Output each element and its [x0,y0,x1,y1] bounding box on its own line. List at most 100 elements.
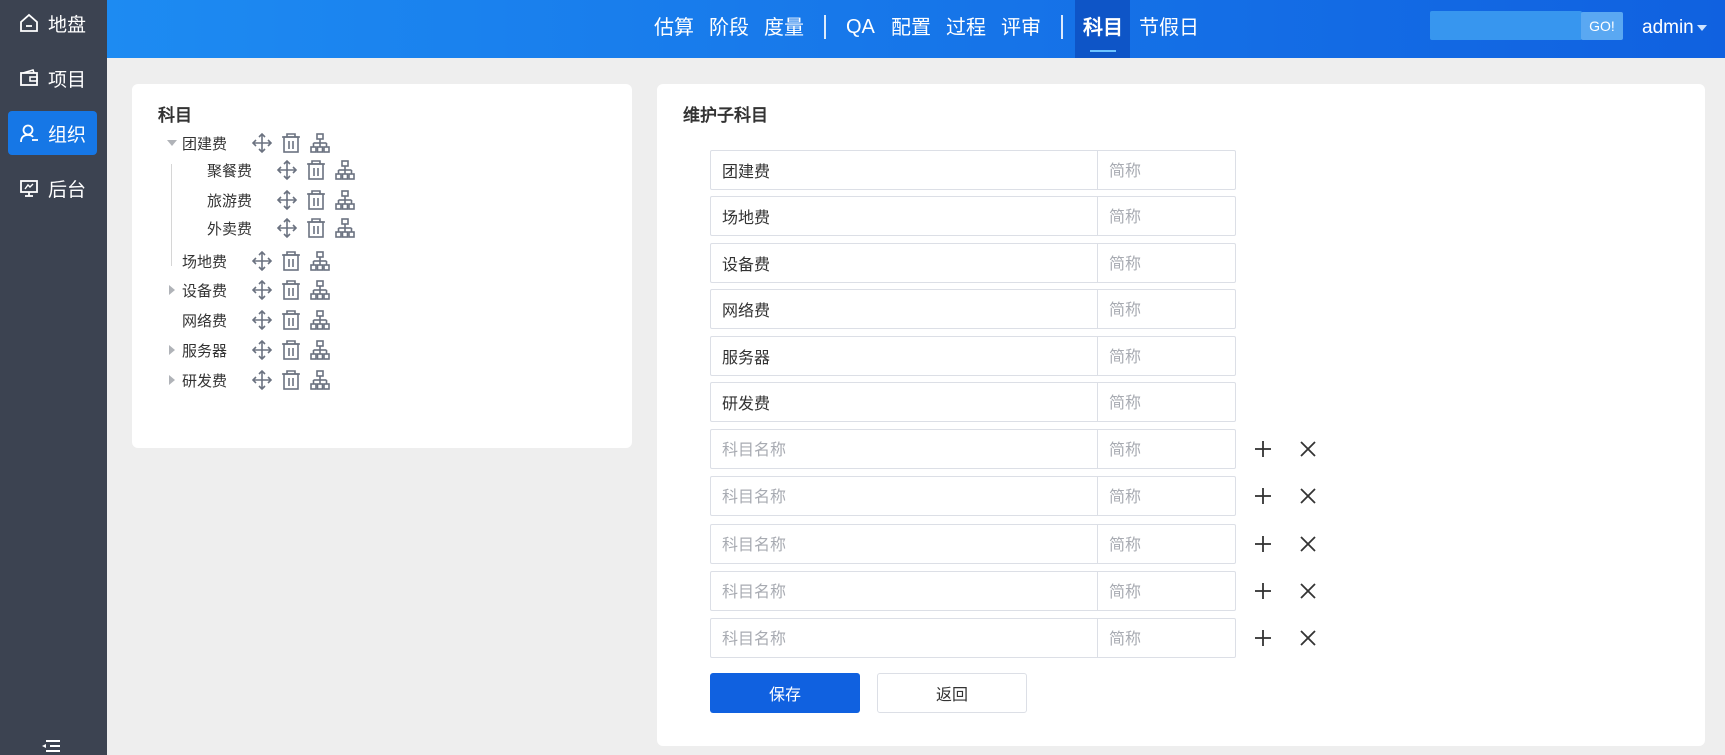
tree-node-label[interactable]: 团建费 [182,133,244,154]
caret-down-icon[interactable] [166,137,178,149]
subitem-name-input[interactable] [710,429,1098,469]
sidebar-item-organization[interactable]: 组织 [8,111,97,155]
nav-estimate[interactable]: 估算 [654,0,694,58]
hierarchy-icon[interactable] [309,250,331,272]
delete-icon[interactable] [280,369,302,391]
delete-icon[interactable] [305,217,327,239]
subitem-abbr-input[interactable] [1097,382,1236,422]
subitem-abbr-input[interactable] [1097,571,1236,611]
subitem-name-input[interactable] [710,524,1098,564]
hierarchy-icon[interactable] [309,132,331,154]
tree-node[interactable]: 场地费 [166,248,331,274]
tree-node-label[interactable]: 场地费 [182,251,244,272]
hierarchy-icon[interactable] [309,339,331,361]
tree-node-label[interactable]: 网络费 [182,310,244,331]
nav-metrics[interactable]: 度量 [764,0,804,58]
add-row-icon[interactable] [1252,533,1274,555]
add-row-icon[interactable] [1252,627,1274,649]
caret-right-icon[interactable] [166,344,178,356]
hierarchy-icon[interactable] [309,369,331,391]
delete-icon[interactable] [305,189,327,211]
move-icon[interactable] [251,132,273,154]
subitem-abbr-input[interactable] [1097,524,1236,564]
subitem-abbr-input[interactable] [1097,429,1236,469]
subitem-name-input[interactable] [710,476,1098,516]
tree-node[interactable]: 网络费 [166,307,331,333]
remove-row-icon[interactable] [1297,438,1319,460]
delete-icon[interactable] [280,339,302,361]
subitem-name-input[interactable] [710,336,1098,376]
subitem-name-input[interactable] [710,150,1098,190]
nav-qa[interactable]: QA [846,0,875,58]
go-button[interactable]: GO! [1581,12,1623,40]
tree-node-label[interactable]: 设备费 [182,280,244,301]
add-row-icon[interactable] [1252,485,1274,507]
subitem-abbr-input[interactable] [1097,243,1236,283]
search-input[interactable] [1430,11,1550,40]
tree-node-label[interactable]: 服务器 [182,340,244,361]
user-menu[interactable]: admin [1642,0,1707,55]
move-icon[interactable] [276,189,298,211]
delete-icon[interactable] [280,279,302,301]
add-row-icon[interactable] [1252,438,1274,460]
save-button[interactable]: 保存 [710,673,860,713]
move-icon[interactable] [276,159,298,181]
nav-review[interactable]: 评审 [1001,0,1041,58]
subitem-name-input[interactable] [710,196,1098,236]
nav-holidays[interactable]: 节假日 [1139,0,1199,58]
hierarchy-icon[interactable] [334,217,356,239]
collapse-menu-icon[interactable] [40,738,62,755]
nav-phase[interactable]: 阶段 [709,0,749,58]
delete-icon[interactable] [280,250,302,272]
remove-row-icon[interactable] [1297,533,1319,555]
nav-process[interactable]: 过程 [946,0,986,58]
tree-node[interactable]: 聚餐费 [191,157,356,183]
subitem-name-input[interactable] [710,382,1098,422]
remove-row-icon[interactable] [1297,580,1319,602]
hierarchy-icon[interactable] [309,309,331,331]
caret-right-icon[interactable] [166,284,178,296]
tree-panel-title: 科目 [158,106,192,126]
add-row-icon[interactable] [1252,580,1274,602]
subitem-abbr-input[interactable] [1097,618,1236,658]
tree-node-label[interactable]: 聚餐费 [207,160,269,181]
subitem-abbr-input[interactable] [1097,289,1236,329]
move-icon[interactable] [251,339,273,361]
subitem-abbr-input[interactable] [1097,196,1236,236]
tree-node-label[interactable]: 旅游费 [207,190,269,211]
tree-node[interactable]: 旅游费 [191,187,356,213]
delete-icon[interactable] [305,159,327,181]
delete-icon[interactable] [280,132,302,154]
move-icon[interactable] [251,369,273,391]
back-button[interactable]: 返回 [877,673,1027,713]
subitem-name-input[interactable] [710,571,1098,611]
tree-node-label[interactable]: 研发费 [182,370,244,391]
caret-right-icon[interactable] [166,374,178,386]
tree-node[interactable]: 研发费 [166,367,331,393]
nav-config[interactable]: 配置 [891,0,931,58]
delete-icon[interactable] [280,309,302,331]
subitem-abbr-input[interactable] [1097,336,1236,376]
remove-row-icon[interactable] [1297,485,1319,507]
subitem-abbr-input[interactable] [1097,476,1236,516]
move-icon[interactable] [251,279,273,301]
hierarchy-icon[interactable] [334,159,356,181]
sidebar-item-home[interactable]: 地盘 [8,1,97,45]
tree-node[interactable]: 设备费 [166,277,331,303]
tree-node[interactable]: 团建费 [166,130,331,156]
hierarchy-icon[interactable] [334,189,356,211]
remove-row-icon[interactable] [1297,627,1319,649]
move-icon[interactable] [276,217,298,239]
tree-node[interactable]: 外卖费 [191,215,356,241]
move-icon[interactable] [251,250,273,272]
hierarchy-icon[interactable] [309,279,331,301]
sidebar-item-admin[interactable]: 后台 [8,166,97,210]
tree-node-label[interactable]: 外卖费 [207,218,269,239]
tree-node[interactable]: 服务器 [166,337,331,363]
subitem-name-input[interactable] [710,289,1098,329]
subitem-abbr-input[interactable] [1097,150,1236,190]
subitem-name-input[interactable] [710,243,1098,283]
subitem-name-input[interactable] [710,618,1098,658]
move-icon[interactable] [251,309,273,331]
sidebar-item-project[interactable]: 项目 [8,56,97,100]
